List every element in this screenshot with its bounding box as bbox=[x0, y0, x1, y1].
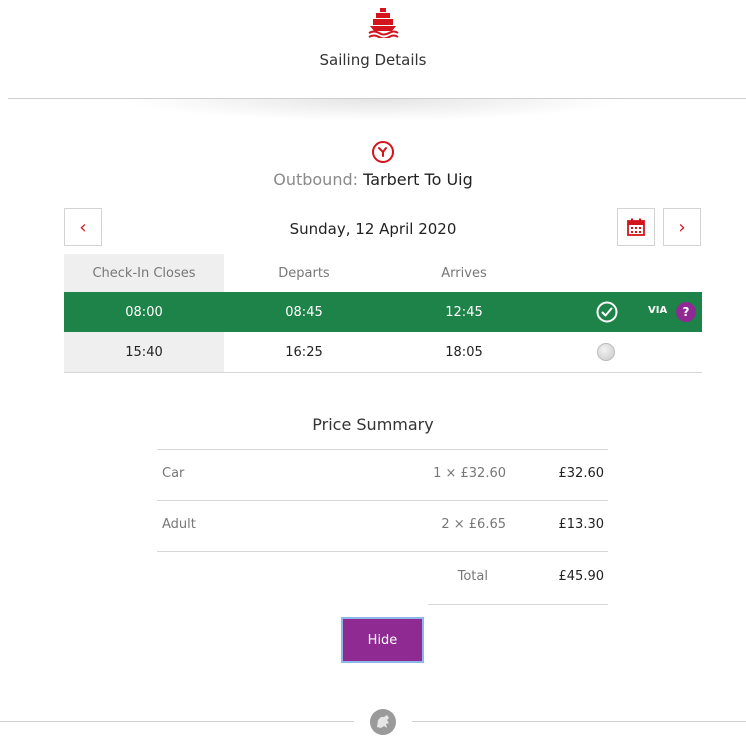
total-label: Total bbox=[457, 569, 488, 584]
item-amount: £13.30 bbox=[558, 517, 605, 532]
total-divider bbox=[428, 604, 608, 605]
next-day-button[interactable]: › bbox=[663, 208, 701, 246]
ship-logo-icon bbox=[368, 8, 399, 38]
item-name: Adult bbox=[162, 517, 196, 532]
clock-icon bbox=[372, 141, 394, 163]
help-icon[interactable]: ? bbox=[676, 302, 696, 322]
price-row: Adult 2 × £6.65 £13.30 bbox=[157, 500, 608, 551]
header-shadow bbox=[120, 99, 630, 121]
item-qty: 1 × £32.60 bbox=[433, 466, 506, 481]
outbound-route: Outbound: Tarbert To Uig bbox=[0, 170, 746, 189]
select-sailing-radio[interactable] bbox=[597, 343, 615, 361]
check-circle-icon[interactable] bbox=[596, 301, 618, 323]
price-total-row: Total £45.90 bbox=[157, 551, 608, 604]
price-summary-table: Car 1 × £32.60 £32.60 Adult 2 × £6.65 £1… bbox=[157, 449, 608, 604]
via-label: VIA bbox=[648, 305, 668, 316]
route-name: Tarbert To Uig bbox=[363, 170, 473, 189]
table-header: Check-In Closes Departs Arrives bbox=[64, 254, 702, 292]
hide-button[interactable]: Hide bbox=[341, 617, 424, 663]
item-qty: 2 × £6.65 bbox=[441, 517, 506, 532]
arrive-time: 18:05 bbox=[445, 344, 483, 360]
depart-time: 16:25 bbox=[285, 344, 323, 360]
depart-time: 08:45 bbox=[285, 304, 323, 320]
footer-divider-left bbox=[0, 721, 354, 722]
calendar-icon bbox=[627, 218, 645, 236]
total-amount: £45.90 bbox=[558, 569, 605, 584]
price-row: Car 1 × £32.60 £32.60 bbox=[157, 449, 608, 500]
sailing-table: Check-In Closes Departs Arrives 08:00 08… bbox=[64, 254, 702, 373]
price-summary-title: Price Summary bbox=[312, 415, 434, 434]
item-name: Car bbox=[162, 466, 185, 481]
lion-emblem-icon bbox=[370, 709, 396, 735]
chevron-right-icon: › bbox=[678, 216, 686, 238]
col-check-in: Check-In Closes bbox=[64, 254, 224, 292]
sailing-row-selected[interactable]: 08:00 08:45 12:45 VIA ? bbox=[64, 292, 702, 332]
item-amount: £32.60 bbox=[558, 466, 605, 481]
arrive-time: 12:45 bbox=[445, 304, 483, 320]
footer-divider-right bbox=[412, 721, 746, 722]
col-departs: Departs bbox=[278, 265, 330, 281]
sailing-row[interactable]: 15:40 16:25 18:05 bbox=[64, 332, 702, 373]
check-in-time: 15:40 bbox=[64, 332, 224, 372]
page-title: Sailing Details bbox=[319, 51, 427, 69]
calendar-button[interactable] bbox=[617, 208, 655, 246]
col-arrives: Arrives bbox=[441, 265, 487, 281]
outbound-label: Outbound: bbox=[273, 170, 358, 189]
check-in-time: 08:00 bbox=[64, 292, 224, 332]
